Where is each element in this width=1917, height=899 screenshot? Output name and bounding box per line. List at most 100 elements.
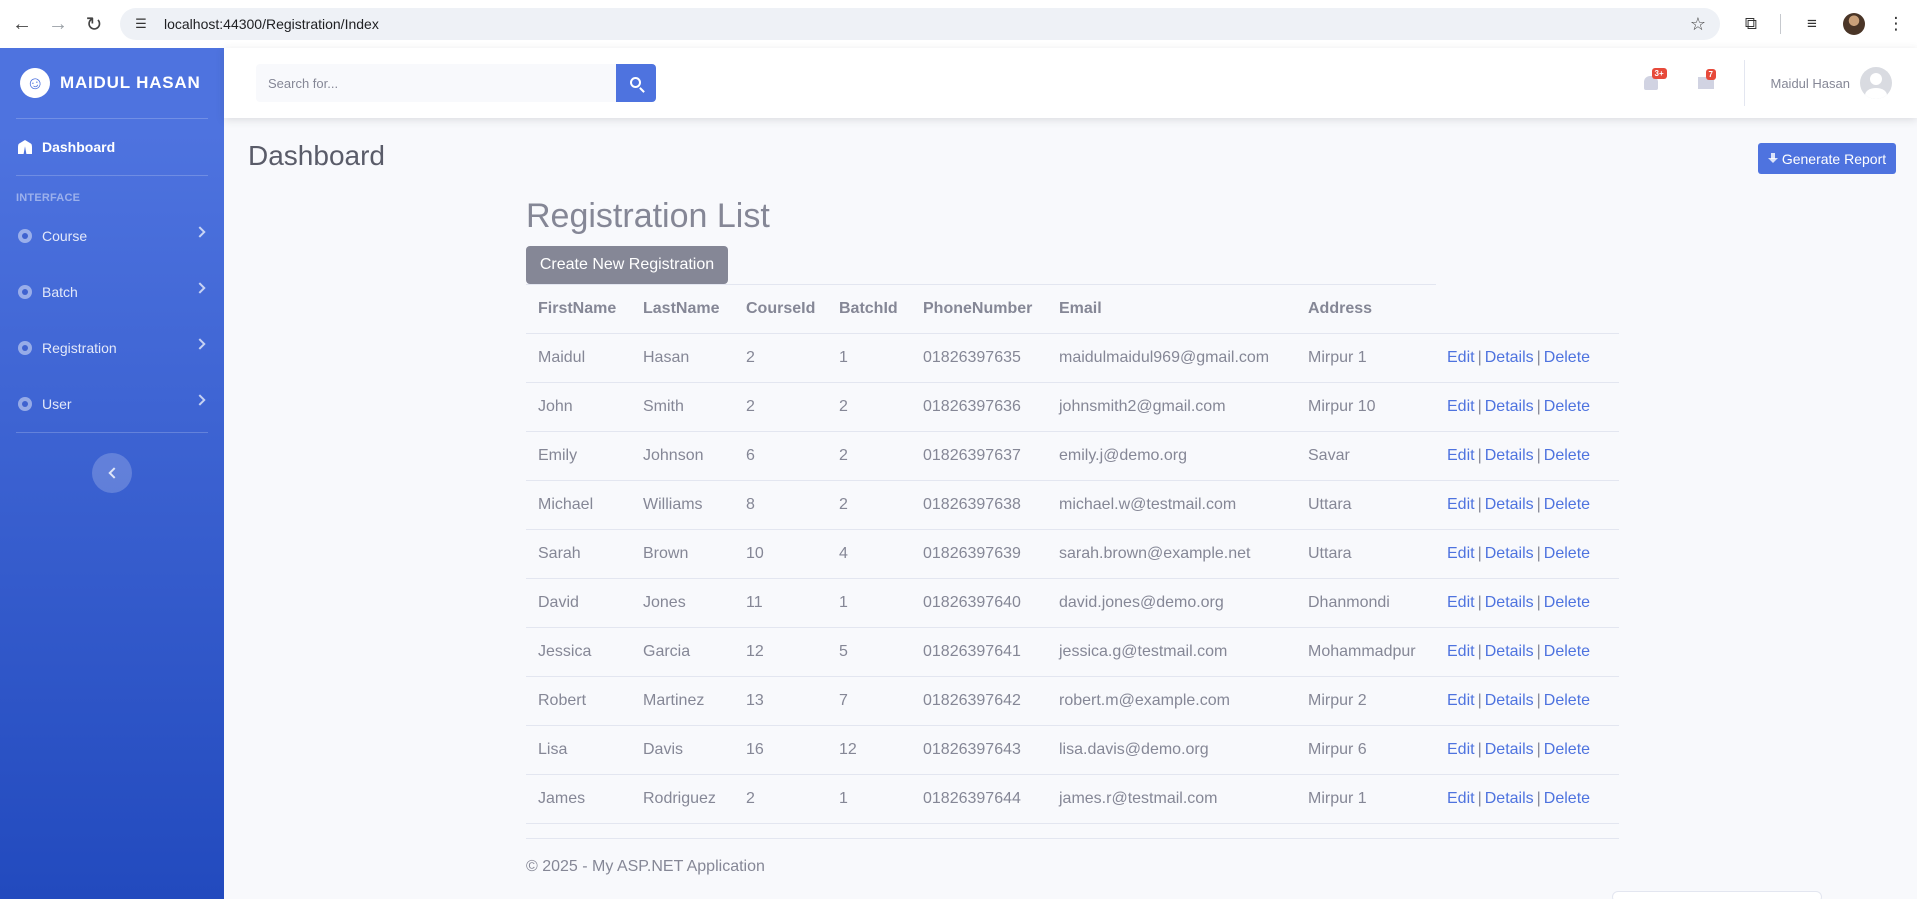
sidebar-item-dashboard[interactable]: Dashboard	[0, 119, 224, 175]
topbar: 3+ 7 Maidul Hasan	[224, 48, 1917, 118]
reload-icon[interactable]: ↻	[80, 10, 108, 38]
sidebar-item-registration[interactable]: Registration	[0, 320, 224, 376]
sidebar-item-user[interactable]: User	[0, 376, 224, 432]
details-link[interactable]: Details	[1485, 643, 1534, 660]
back-arrow-icon[interactable]: ←	[8, 10, 36, 38]
cell-address: Uttara	[1296, 529, 1435, 579]
sidebar-item-label: User	[42, 396, 72, 412]
cell-email: michael.w@testmail.com	[1047, 480, 1296, 530]
kebab-menu-icon[interactable]: ⋮	[1881, 9, 1911, 39]
bookmark-star-icon[interactable]: ☆	[1690, 14, 1706, 35]
delete-link[interactable]: Delete	[1544, 398, 1590, 415]
action-separator: |	[1536, 740, 1541, 758]
cell-address: Mirpur 6	[1296, 725, 1435, 775]
cell-batchid: 1	[827, 333, 911, 383]
envelope-icon[interactable]: 7	[1697, 69, 1716, 89]
details-link[interactable]: Details	[1485, 790, 1534, 807]
sidebar-toggle-button[interactable]	[92, 453, 132, 493]
create-registration-button[interactable]: Create New Registration	[526, 246, 728, 284]
sidebar-item-batch[interactable]: Batch	[0, 264, 224, 320]
address-bar[interactable]: ☰ localhost:44300/Registration/Index ☆	[120, 8, 1720, 40]
gear-icon	[18, 397, 32, 411]
cell-batchid: 2	[827, 431, 911, 481]
edit-link[interactable]: Edit	[1447, 496, 1475, 513]
generate-report-button[interactable]: Generate Report	[1758, 143, 1896, 174]
action-separator: |	[1536, 446, 1541, 464]
action-separator: |	[1536, 789, 1541, 807]
edit-link[interactable]: Edit	[1447, 692, 1475, 709]
search-input[interactable]	[256, 64, 616, 102]
cell-firstname: Sarah	[526, 529, 631, 579]
action-separator: |	[1536, 593, 1541, 611]
bell-icon[interactable]: 3+	[1643, 68, 1667, 90]
details-link[interactable]: Details	[1485, 398, 1534, 415]
cell-firstname: Jessica	[526, 627, 631, 677]
edit-link[interactable]: Edit	[1447, 398, 1475, 415]
details-link[interactable]: Details	[1485, 447, 1534, 464]
cell-batchid: 2	[827, 480, 911, 530]
column-header-lastname: LastName	[631, 285, 734, 334]
cell-firstname: Robert	[526, 676, 631, 726]
action-separator: |	[1477, 348, 1482, 366]
cell-lastname: Johnson	[631, 431, 734, 481]
forward-arrow-icon[interactable]: →	[44, 10, 72, 38]
column-header-address: Address	[1296, 285, 1435, 334]
url-text[interactable]: localhost:44300/Registration/Index	[164, 16, 379, 32]
action-separator: |	[1477, 740, 1482, 758]
cell-address: Uttara	[1296, 480, 1435, 530]
search-button[interactable]	[616, 64, 656, 102]
cell-actions: Edit | Details | Delete	[1435, 431, 1619, 481]
messages-badge: 7	[1705, 69, 1716, 80]
edit-link[interactable]: Edit	[1447, 545, 1475, 562]
cell-phone: 01826397644	[911, 774, 1047, 824]
delete-link[interactable]: Delete	[1544, 692, 1590, 709]
details-link[interactable]: Details	[1485, 594, 1534, 611]
edit-link[interactable]: Edit	[1447, 643, 1475, 660]
cell-firstname: David	[526, 578, 631, 628]
gear-icon	[18, 229, 32, 243]
column-header-actions	[1435, 285, 1619, 334]
delete-link[interactable]: Delete	[1544, 447, 1590, 464]
user-name[interactable]: Maidul Hasan	[1771, 76, 1851, 91]
extensions-icon[interactable]: ⧉	[1736, 9, 1766, 39]
delete-link[interactable]: Delete	[1544, 496, 1590, 513]
cell-phone: 01826397641	[911, 627, 1047, 677]
cell-email: jessica.g@testmail.com	[1047, 627, 1296, 677]
cell-address: Savar	[1296, 431, 1435, 481]
details-link[interactable]: Details	[1485, 545, 1534, 562]
delete-link[interactable]: Delete	[1544, 545, 1590, 562]
cell-lastname: Hasan	[631, 333, 734, 383]
details-link[interactable]: Details	[1485, 349, 1534, 366]
edit-link[interactable]: Edit	[1447, 447, 1475, 464]
sidebar-item-course[interactable]: Course	[0, 208, 224, 264]
cell-email: emily.j@demo.org	[1047, 431, 1296, 481]
edit-link[interactable]: Edit	[1447, 790, 1475, 807]
cell-lastname: Williams	[631, 480, 734, 530]
tachometer-icon	[18, 140, 32, 154]
cell-firstname: Michael	[526, 480, 631, 530]
delete-link[interactable]: Delete	[1544, 594, 1590, 611]
edit-link[interactable]: Edit	[1447, 594, 1475, 611]
cell-courseid: 16	[734, 725, 827, 775]
cell-lastname: Jones	[631, 578, 734, 628]
search-form	[256, 64, 656, 102]
cell-batchid: 1	[827, 578, 911, 628]
cell-address: Mirpur 2	[1296, 676, 1435, 726]
delete-link[interactable]: Delete	[1544, 741, 1590, 758]
delete-link[interactable]: Delete	[1544, 790, 1590, 807]
page-title: Dashboard	[248, 140, 385, 171]
delete-link[interactable]: Delete	[1544, 349, 1590, 366]
details-link[interactable]: Details	[1485, 496, 1534, 513]
download-icon	[1767, 153, 1778, 164]
user-avatar[interactable]	[1860, 67, 1892, 99]
profile-avatar[interactable]	[1843, 13, 1865, 35]
brand[interactable]: ☺ MAIDUL HASAN	[0, 48, 224, 118]
delete-link[interactable]: Delete	[1544, 643, 1590, 660]
cell-courseid: 13	[734, 676, 827, 726]
edit-link[interactable]: Edit	[1447, 741, 1475, 758]
details-link[interactable]: Details	[1485, 692, 1534, 709]
tab-search-icon[interactable]: ≡	[1797, 9, 1827, 39]
details-link[interactable]: Details	[1485, 741, 1534, 758]
edit-link[interactable]: Edit	[1447, 349, 1475, 366]
site-settings-icon[interactable]: ☰	[130, 13, 152, 35]
